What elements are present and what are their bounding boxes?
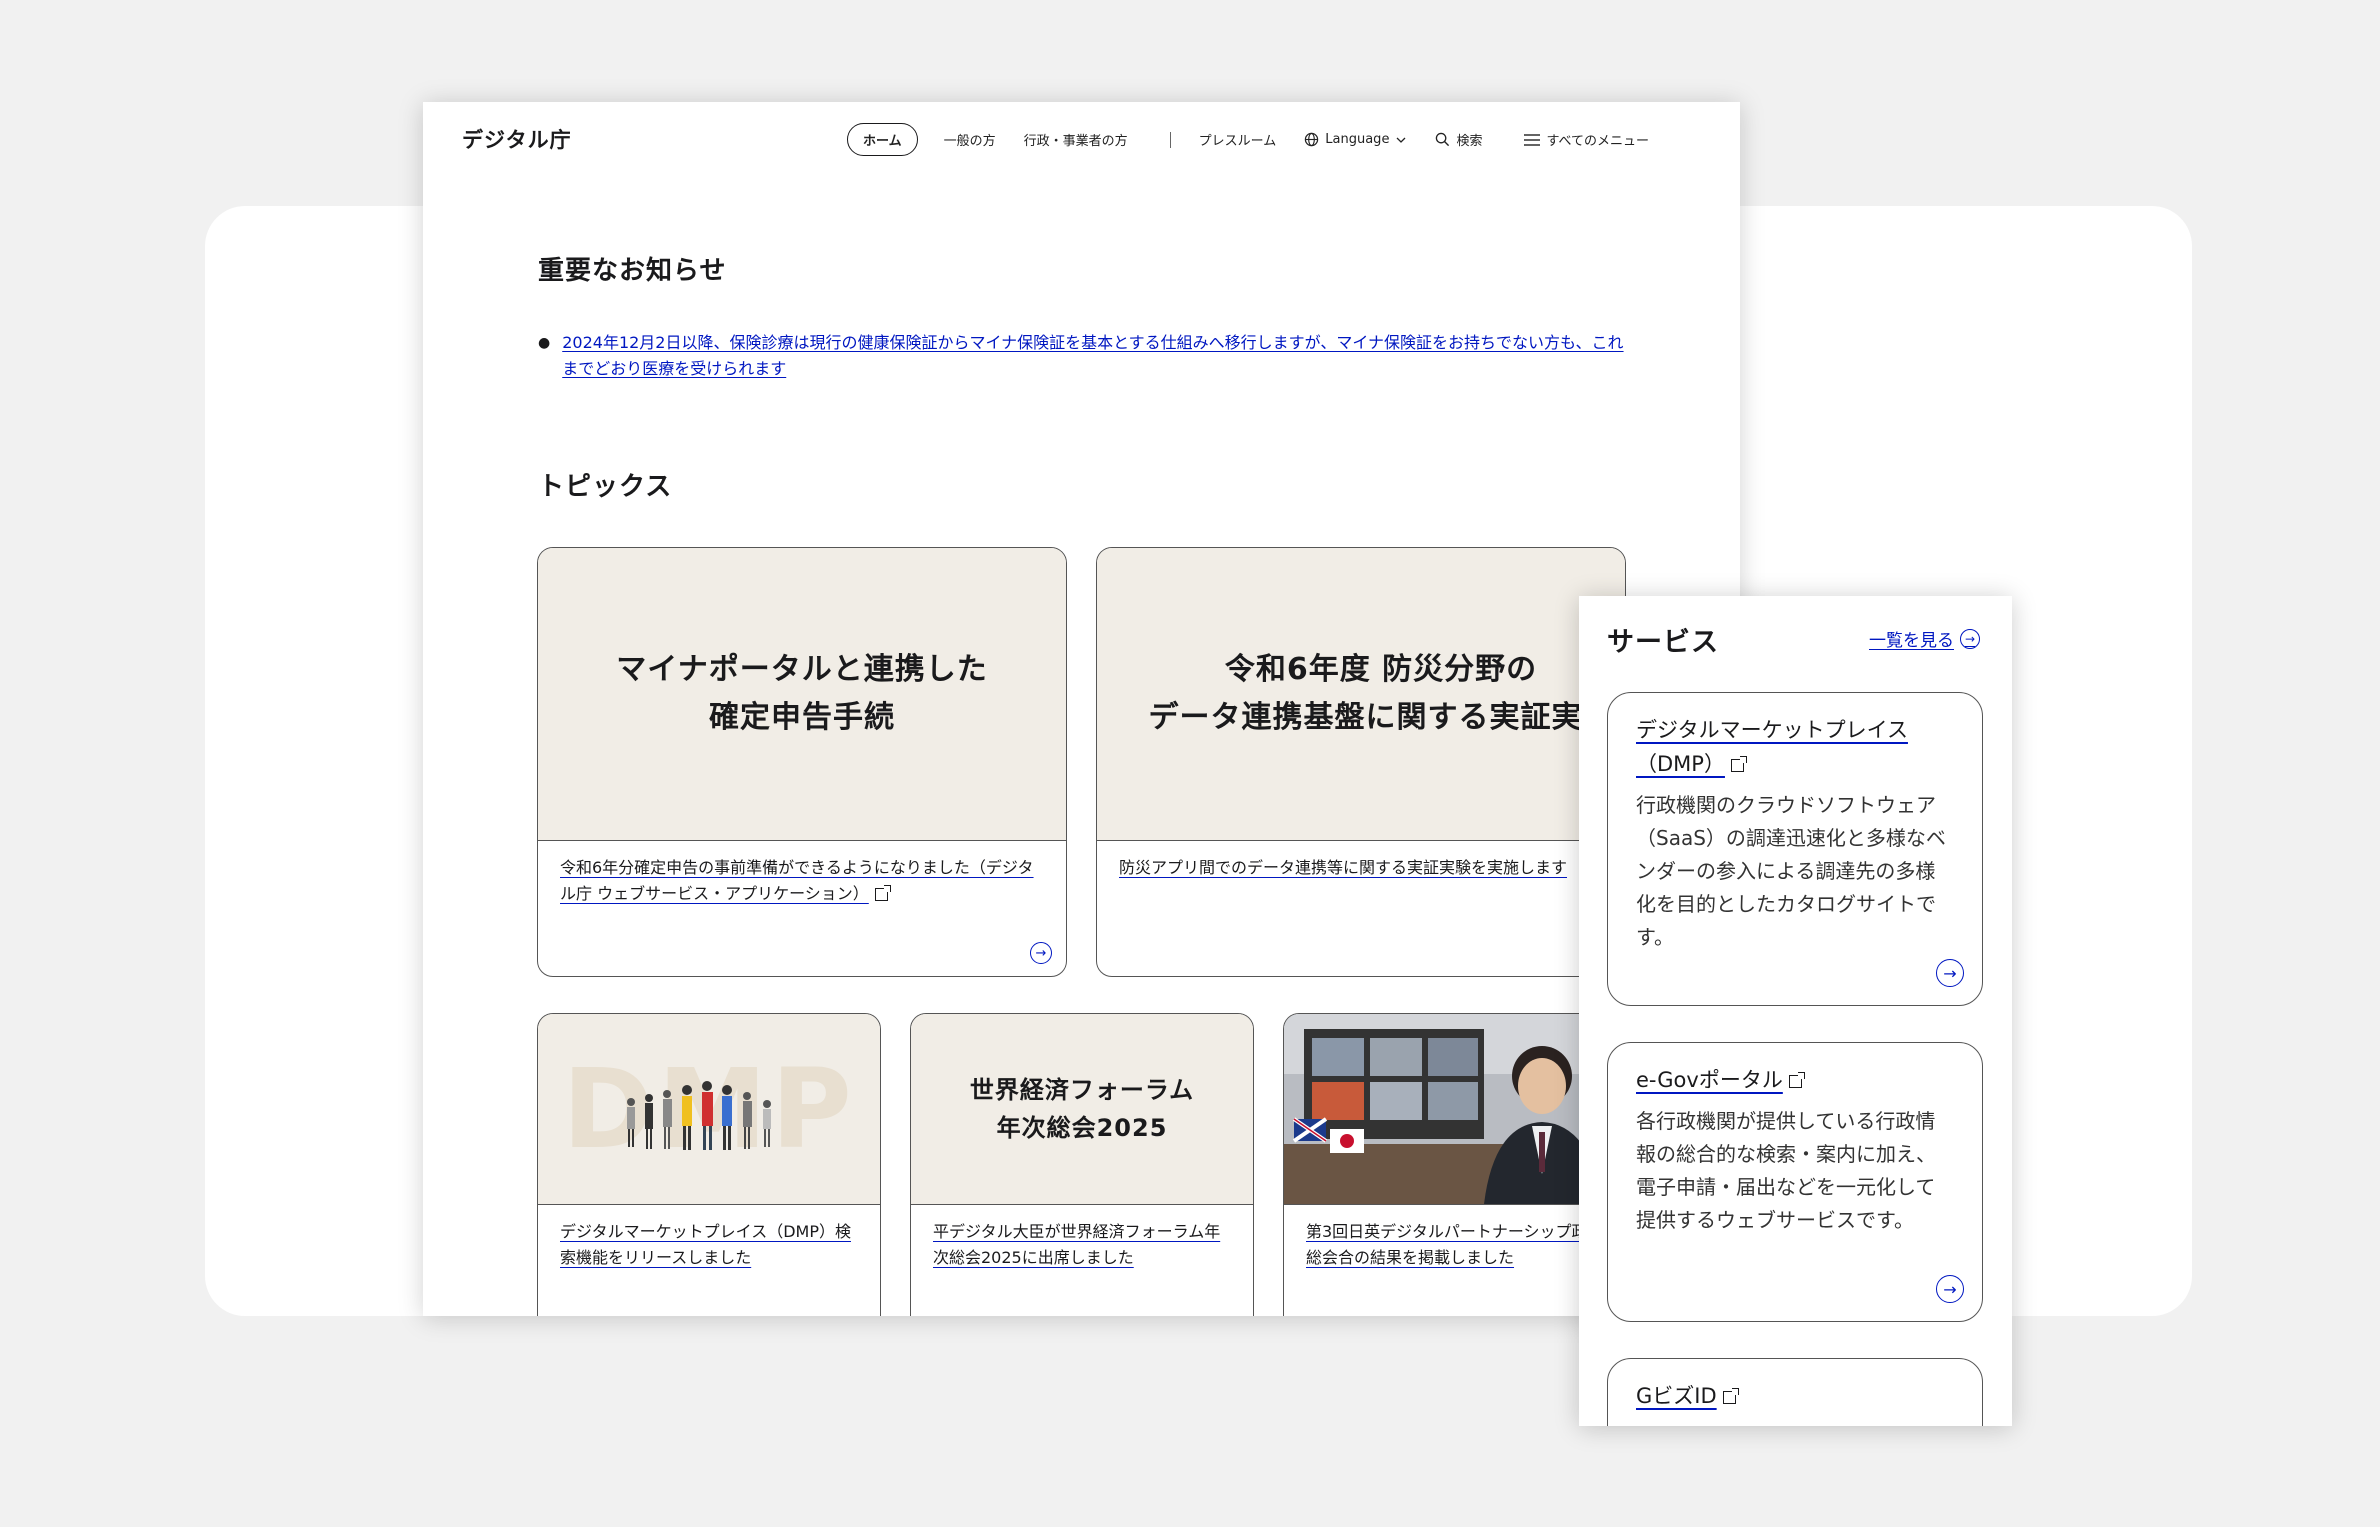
- topic-card[interactable]: マイナポータルと連携した 確定申告手続 令和6年分確定申告の事前準備ができるよう…: [537, 547, 1067, 977]
- services-heading: サービス: [1607, 627, 1719, 658]
- topic-card-link[interactable]: 令和6年分確定申告の事前準備ができるようになりました（デジタル庁 ウェブサービス…: [560, 858, 1034, 903]
- chevron-down-icon: [1396, 137, 1406, 143]
- topic-card-body: 第3回日英デジタルパートナーシップ政策総会合の結果を掲載しました: [1284, 1205, 1626, 1285]
- external-link-icon: [1730, 755, 1747, 772]
- service-card-title: GビズID: [1636, 1379, 1954, 1413]
- service-card-desc: 各行政機関が提供している行政情報の総合的な検索・案内に加え、電子申請・届出などを…: [1636, 1109, 1936, 1232]
- nav-language[interactable]: Language: [1304, 132, 1407, 147]
- nav-menu-label: すべてのメニュー: [1546, 134, 1650, 149]
- view-all-label: 一覧を見る: [1869, 631, 1954, 651]
- topic-card-body: 令和6年分確定申告の事前準備ができるようになりました（デジタル庁 ウェブサービス…: [538, 841, 1066, 921]
- topic-card-image: DMP: [538, 1014, 880, 1205]
- notice-link[interactable]: 2024年12月2日以降、保険診療は現行の健康保険証からマイナ保険証を基本とする…: [562, 330, 1638, 382]
- service-card-dmp[interactable]: デジタルマーケットプレイス（DMP） 行政機関のクラウドソフトウェア（SaaS）…: [1607, 692, 1983, 1006]
- service-card-link[interactable]: デジタルマーケットプレイス（DMP）: [1636, 718, 1908, 776]
- topic-card-image: マイナポータルと連携した 確定申告手続: [538, 548, 1066, 841]
- site-header: デジタル庁 ホーム 一般の方 行政・事業者の方 プレスルーム Language …: [423, 102, 1740, 180]
- service-card-link[interactable]: e-Govポータル: [1636, 1068, 1783, 1092]
- arrow-right-icon[interactable]: →: [1030, 942, 1052, 964]
- site-logo[interactable]: デジタル庁: [462, 124, 572, 154]
- nav-home[interactable]: ホーム: [847, 123, 918, 156]
- service-card-title: e-Govポータル: [1636, 1063, 1954, 1097]
- service-card-egov[interactable]: e-Govポータル 各行政機関が提供している行政情報の総合的な検索・案内に加え、…: [1607, 1042, 1983, 1322]
- services-panel: サービス 一覧を見る → デジタルマーケットプレイス（DMP） 行政機関のクラウ…: [1579, 596, 2012, 1426]
- nav-menu[interactable]: すべてのメニュー: [1524, 130, 1649, 149]
- arrow-right-circle-icon: →: [1960, 628, 1980, 649]
- topic-card-link[interactable]: デジタルマーケットプレイス（DMP）検索機能をリリースしました: [560, 1222, 851, 1267]
- nav-language-label: Language: [1325, 132, 1390, 147]
- topic-card-body: デジタルマーケットプレイス（DMP）検索機能をリリースしました: [538, 1205, 880, 1285]
- topic-card-image-title: 世界経済フォーラム 年次総会2025: [969, 1076, 1195, 1142]
- service-card-title: デジタルマーケットプレイス（DMP）: [1636, 713, 1954, 781]
- notice-item: ● 2024年12月2日以降、保険診療は現行の健康保険証からマイナ保険証を基本と…: [538, 330, 1638, 382]
- global-nav: ホーム 一般の方 行政・事業者の方 プレスルーム Language 検索 すべて…: [847, 123, 1677, 156]
- main-page: デジタル庁 ホーム 一般の方 行政・事業者の方 プレスルーム Language …: [423, 102, 1740, 1316]
- topic-card-image: 令和6年度 防災分野の データ連携基盤に関する実証実験: [1097, 548, 1625, 841]
- topic-card-image-title: 令和6年度 防災分野の データ連携基盤に関する実証実験: [1148, 652, 1614, 735]
- nav-general[interactable]: 一般の方: [944, 130, 996, 149]
- search-icon: [1436, 132, 1450, 147]
- nav-business[interactable]: 行政・事業者の方: [1024, 130, 1128, 149]
- people-illustration: [627, 1081, 771, 1150]
- notices-heading: 重要なお知らせ: [538, 256, 727, 286]
- external-link-icon: [874, 885, 891, 901]
- topic-card[interactable]: 世界経済フォーラム 年次総会2025 平デジタル大臣が世界経済フォーラム年次総会…: [910, 1013, 1254, 1316]
- bullet-icon: ●: [538, 335, 551, 351]
- arrow-right-icon[interactable]: →: [1936, 959, 1964, 987]
- topic-card-body: 平デジタル大臣が世界経済フォーラム年次総会2025に出席しました: [911, 1205, 1253, 1285]
- nav-press[interactable]: プレスルーム: [1199, 130, 1277, 149]
- topic-card[interactable]: 令和6年度 防災分野の データ連携基盤に関する実証実験 防災アプリ間でのデータ連…: [1096, 547, 1626, 977]
- nav-search[interactable]: 検索: [1435, 130, 1482, 149]
- topic-card[interactable]: 第3回日英デジタルパートナーシップ政策総会合の結果を掲載しました: [1283, 1013, 1627, 1316]
- topic-card-link[interactable]: 平デジタル大臣が世界経済フォーラム年次総会2025に出席しました: [933, 1222, 1220, 1267]
- topic-card-image-title: マイナポータルと連携した 確定申告手続: [616, 652, 988, 735]
- topic-card-photo: [1284, 1014, 1626, 1205]
- arrow-right-icon[interactable]: →: [1936, 1275, 1964, 1303]
- service-card-link[interactable]: GビズID: [1636, 1384, 1717, 1408]
- services-view-all-link[interactable]: 一覧を見る →: [1869, 626, 1980, 651]
- topic-card-image: 世界経済フォーラム 年次総会2025: [911, 1014, 1253, 1205]
- topic-card[interactable]: DMP デジタルマーケットプレイス（DMP）検索機能をリリースしました →: [537, 1013, 881, 1316]
- globe-icon: [1305, 132, 1319, 147]
- nav-divider: [1169, 131, 1171, 148]
- meeting-photo: [1284, 1014, 1626, 1204]
- hamburger-icon: [1524, 133, 1541, 146]
- service-card-gbizid[interactable]: GビズID: [1607, 1358, 1983, 1426]
- topics-heading: トピックス: [538, 472, 673, 502]
- service-card-desc: 行政機関のクラウドソフトウェア（SaaS）の調達迅速化と多様なベンダーの参入によ…: [1636, 793, 1946, 949]
- topic-card-body: 防災アプリ間でのデータ連携等に関する実証実験を実施します: [1097, 841, 1625, 895]
- topic-card-link[interactable]: 第3回日英デジタルパートナーシップ政策総会合の結果を掲載しました: [1306, 1222, 1604, 1267]
- nav-search-label: 検索: [1456, 134, 1483, 149]
- external-link-icon: [1788, 1071, 1805, 1088]
- topic-card-link[interactable]: 防災アプリ間でのデータ連携等に関する実証実験を実施します: [1119, 858, 1567, 877]
- external-link-icon: [1722, 1387, 1739, 1404]
